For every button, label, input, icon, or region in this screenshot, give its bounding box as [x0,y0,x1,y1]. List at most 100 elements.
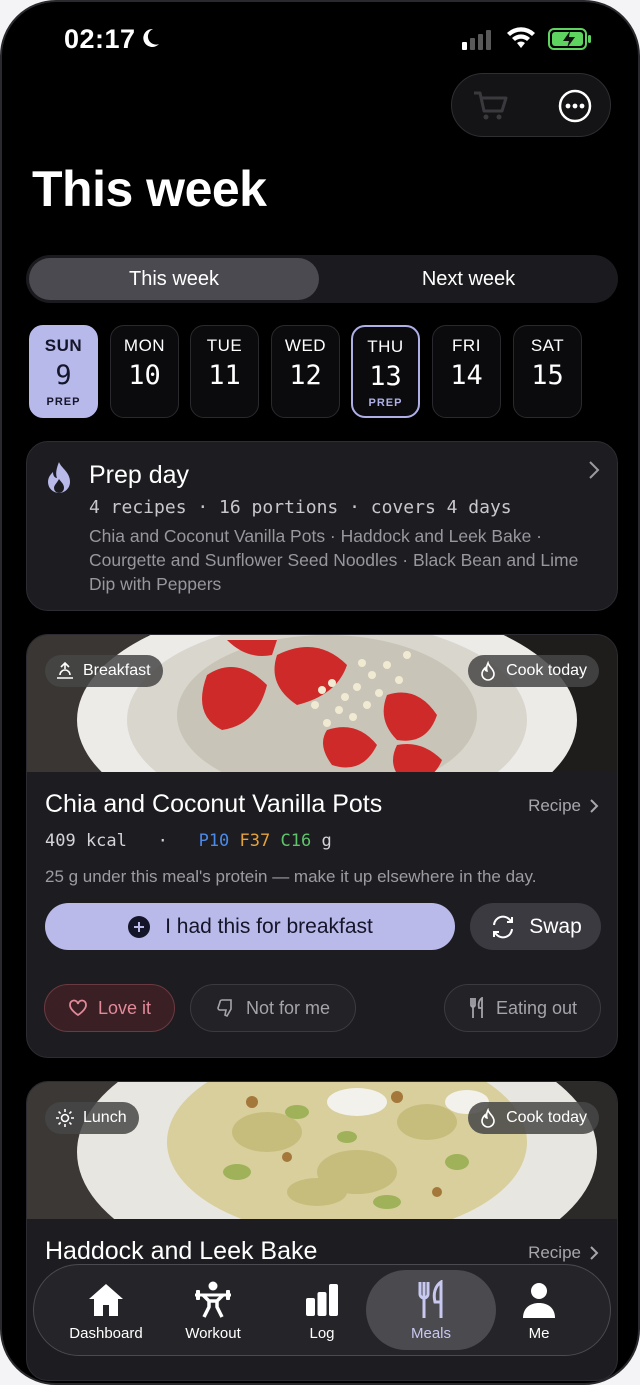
had-this-label: I had this for breakfast [165,914,373,938]
prep-day-card[interactable]: Prep day 4 recipes · 16 portions · cover… [26,441,618,611]
tab-label: Log [309,1325,335,1342]
day-chip-thu[interactable]: THU 13 PREP [351,325,420,418]
not-for-me-label: Not for me [245,997,331,1018]
recipe-link[interactable]: Recipe [528,1243,599,1263]
flame-icon [48,462,70,493]
day-chip-sun[interactable]: SUN 9 PREP [29,325,98,418]
macro-separator: · [157,831,168,851]
segment-this-week[interactable]: This week [29,258,319,300]
cart-icon[interactable] [472,90,508,122]
recipe-link[interactable]: Recipe [528,796,599,816]
week-segmented-control: This week Next week [26,255,618,303]
eating-out-button[interactable]: Eating out [444,984,601,1032]
signal-icon [462,30,491,50]
day-number: 9 [55,360,72,391]
day-number: 11 [208,360,241,391]
segment-next-week[interactable]: Next week [322,258,615,300]
recipe-link-label: Recipe [528,796,581,815]
recipe-link-label: Recipe [528,1243,581,1262]
fat-value: F37 [239,831,271,851]
macro-line: 409 kcal · P10 F37 C16 g [45,831,332,851]
sunrise-icon [57,661,73,679]
chevron-right-icon [589,461,600,479]
tab-meals[interactable]: Meals [366,1265,496,1357]
tab-workout[interactable]: Workout [153,1265,273,1357]
page-title: This week [32,161,267,217]
carbs-value: C16 [280,831,312,851]
tab-log[interactable]: Log [262,1265,382,1357]
fork-knife-icon [470,997,483,1018]
cook-today-label: Cook today [506,662,587,679]
day-number: 12 [289,360,322,391]
sun-icon [56,1109,74,1127]
wifi-icon [507,27,535,48]
protein-note: 25 g under this meal's protein — make it… [45,867,537,886]
meal-slot-label: Lunch [83,1109,127,1126]
eating-out-label: Eating out [495,997,578,1018]
cook-today-badge: Cook today [468,1102,599,1134]
heart-icon [69,999,87,1017]
chevron-right-icon [590,1246,599,1260]
meal-slot-badge: Breakfast [45,655,163,687]
meal-slot-badge: Lunch [45,1102,139,1134]
day-number: 14 [450,360,483,391]
day-number: 10 [128,360,161,391]
day-chip-mon[interactable]: MON 10 [110,325,179,418]
day-chip-wed[interactable]: WED 12 [271,325,340,418]
meal-card-breakfast: Breakfast Cook today Chia and Coconut Va… [26,634,618,1058]
love-it-button[interactable]: Love it [44,984,175,1032]
kcal-value: 409 kcal [45,831,127,851]
macro-unit: g [321,831,332,851]
day-name: FRI [452,336,481,355]
day-name: THU [367,337,404,356]
person-icon [523,1283,555,1318]
day-name: TUE [206,336,243,355]
moon-icon [143,28,159,47]
tab-bar: Dashboard Workout Log Meals Me [33,1264,611,1356]
thumbs-down-icon [217,999,232,1018]
weightlifter-icon [195,1281,231,1318]
swap-icon [493,915,514,938]
day-number: 15 [531,360,564,391]
status-time: 02:17 [64,24,136,54]
protein-value: P10 [198,831,230,851]
flame-outline-icon [481,1108,495,1128]
meal-name: Chia and Coconut Vanilla Pots [45,790,383,818]
fork-knife-icon [418,1280,443,1318]
day-chip-sat[interactable]: SAT 15 [513,325,582,418]
day-prep-tag: PREP [46,396,81,408]
battery-icon [548,28,591,50]
house-icon [89,1284,123,1316]
prep-day-stats: 4 recipes · 16 portions · covers 4 days [89,497,512,518]
plus-circle-icon [128,915,151,938]
love-it-label: Love it [97,997,152,1018]
tab-label: Workout [185,1325,241,1342]
day-chip-tue[interactable]: TUE 11 [190,325,259,418]
day-number: 13 [369,361,402,392]
meal-name: Haddock and Leek Bake [45,1237,318,1265]
day-prep-tag: PREP [368,397,403,409]
prep-day-title: Prep day [89,461,190,489]
day-name: SUN [44,336,83,355]
meal-slot-label: Breakfast [83,662,151,679]
day-name: SAT [530,336,565,355]
tab-label: Me [528,1325,550,1342]
swap-button[interactable]: Swap [470,903,601,950]
not-for-me-button[interactable]: Not for me [190,984,356,1032]
flame-outline-icon [481,661,495,681]
swap-label: Swap [529,914,582,938]
day-chip-fri[interactable]: FRI 14 [432,325,501,418]
tab-me[interactable]: Me [479,1265,599,1357]
tab-label: Meals [410,1325,451,1342]
more-options-icon[interactable] [558,89,592,123]
bar-chart-icon [306,1284,338,1316]
day-name: MON [123,336,166,355]
phone-screen: 02:17 This week This week Next week SUN … [0,0,640,1385]
day-name: WED [284,336,327,355]
cook-today-label: Cook today [506,1109,587,1126]
chevron-right-icon [590,799,599,813]
prep-day-recipes: Chia and Coconut Vanilla Pots · Haddock … [89,526,579,594]
had-this-button[interactable]: I had this for breakfast [45,903,455,950]
tab-label: Dashboard [69,1325,143,1342]
tab-dashboard[interactable]: Dashboard [46,1265,166,1357]
